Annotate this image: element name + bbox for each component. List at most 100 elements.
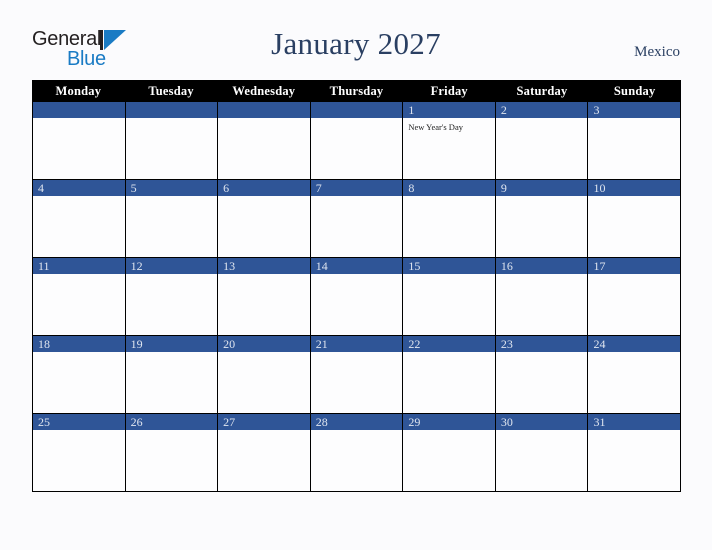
day-cell-10[interactable]: 10: [588, 180, 681, 257]
day-body: [311, 196, 403, 257]
day-body: [311, 274, 403, 335]
day-number: 15: [403, 258, 495, 274]
day-body: [218, 118, 310, 179]
day-cell-empty[interactable]: [125, 102, 219, 179]
day-body: [496, 274, 588, 335]
day-cell-20[interactable]: 20: [218, 336, 311, 413]
day-cell-29[interactable]: 29: [403, 414, 496, 491]
day-cell-1[interactable]: 1 New Year's Day: [403, 102, 496, 179]
region-label: Mexico: [634, 44, 680, 60]
day-body: [311, 118, 403, 179]
day-cell-5[interactable]: 5: [125, 180, 219, 257]
day-body: [403, 196, 495, 257]
weekday-header-saturday: Saturday: [516, 84, 568, 98]
day-body: [403, 274, 495, 335]
day-cell-17[interactable]: 17: [588, 258, 681, 335]
day-body: [403, 352, 495, 413]
day-body: New Year's Day: [403, 118, 495, 179]
calendar-week-row: 11 12 13 14 15 16 17: [32, 258, 681, 336]
day-cell-12[interactable]: 12: [125, 258, 219, 335]
day-cell-16[interactable]: 16: [495, 258, 589, 335]
day-cell-2[interactable]: 2: [495, 102, 589, 179]
day-number: 22: [403, 336, 495, 352]
day-cell-30[interactable]: 30: [495, 414, 589, 491]
weekday-header-tuesday: Tuesday: [148, 84, 194, 98]
day-number: 21: [310, 336, 403, 352]
day-number: 20: [218, 336, 310, 352]
day-body: [588, 274, 680, 335]
day-number: [310, 102, 403, 118]
day-cell-7[interactable]: 7: [310, 180, 404, 257]
day-cell-24[interactable]: 24: [588, 336, 681, 413]
day-cell-22[interactable]: 22: [403, 336, 496, 413]
day-number: 24: [588, 336, 681, 352]
day-body: [126, 118, 218, 179]
day-body: [588, 196, 680, 257]
day-number: 13: [218, 258, 310, 274]
day-body: [126, 430, 218, 491]
day-number: [218, 102, 310, 118]
day-body: [588, 352, 680, 413]
day-body: [588, 430, 680, 491]
day-cell-26[interactable]: 26: [125, 414, 219, 491]
day-number: 19: [125, 336, 218, 352]
day-number: 7: [310, 180, 403, 196]
day-body: [496, 352, 588, 413]
day-body: [496, 196, 588, 257]
day-cell-4[interactable]: 4: [33, 180, 126, 257]
day-body: [126, 352, 218, 413]
day-cell-25[interactable]: 25: [33, 414, 126, 491]
day-number: [125, 102, 218, 118]
day-cell-21[interactable]: 21: [310, 336, 404, 413]
day-cell-15[interactable]: 15: [403, 258, 496, 335]
day-cell-empty[interactable]: [218, 102, 311, 179]
weekday-header-thursday: Thursday: [329, 84, 384, 98]
page-header: General Blue January 2027 Mexico: [0, 0, 712, 80]
day-cell-6[interactable]: 6: [218, 180, 311, 257]
weekday-header-row: Monday Tuesday Wednesday Thursday Friday Satu…: [32, 80, 681, 102]
day-cell-19[interactable]: 19: [125, 336, 219, 413]
day-body: [33, 430, 125, 491]
day-number: 6: [218, 180, 310, 196]
day-body: [33, 118, 125, 179]
day-number: 23: [495, 336, 588, 352]
day-number: 4: [33, 180, 125, 196]
day-cell-3[interactable]: 3: [588, 102, 681, 179]
calendar-weeks: 1 New Year's Day 2 3 4 5 6 7 8 9 10 11 12 13 14 15 16 17 1…: [32, 102, 681, 492]
day-cell-8[interactable]: 8: [403, 180, 496, 257]
day-number: 5: [125, 180, 218, 196]
day-cell-14[interactable]: 14: [310, 258, 404, 335]
day-cell-23[interactable]: 23: [495, 336, 589, 413]
day-cell-13[interactable]: 13: [218, 258, 311, 335]
day-cell-empty[interactable]: [33, 102, 126, 179]
day-body: [218, 430, 310, 491]
day-cell-18[interactable]: 18: [33, 336, 126, 413]
day-number: 28: [310, 414, 403, 430]
day-body: [496, 430, 588, 491]
day-cell-27[interactable]: 27: [218, 414, 311, 491]
day-body: [403, 430, 495, 491]
day-number: 1: [403, 102, 495, 118]
day-number: 10: [588, 180, 681, 196]
day-body: [33, 196, 125, 257]
day-number: 25: [33, 414, 125, 430]
calendar-week-row: 25 26 27 28 29 30 31: [32, 414, 681, 492]
day-cell-31[interactable]: 31: [588, 414, 681, 491]
weekday-header-friday: Friday: [430, 84, 468, 98]
weekday-header-sunday: Sunday: [613, 84, 656, 98]
calendar-week-row: 18 19 20 21 22 23 24: [32, 336, 681, 414]
day-cell-empty[interactable]: [310, 102, 404, 179]
day-cell-11[interactable]: 11: [33, 258, 126, 335]
day-number: 3: [588, 102, 681, 118]
day-body: [126, 196, 218, 257]
day-cell-9[interactable]: 9: [495, 180, 589, 257]
day-body: [311, 430, 403, 491]
day-number: 14: [310, 258, 403, 274]
day-number: 16: [495, 258, 588, 274]
weekday-header-wednesday: Wednesday: [232, 84, 296, 98]
day-number: 27: [218, 414, 310, 430]
day-cell-28[interactable]: 28: [310, 414, 404, 491]
day-number: 18: [33, 336, 125, 352]
day-number: 9: [495, 180, 588, 196]
day-body: [311, 352, 403, 413]
